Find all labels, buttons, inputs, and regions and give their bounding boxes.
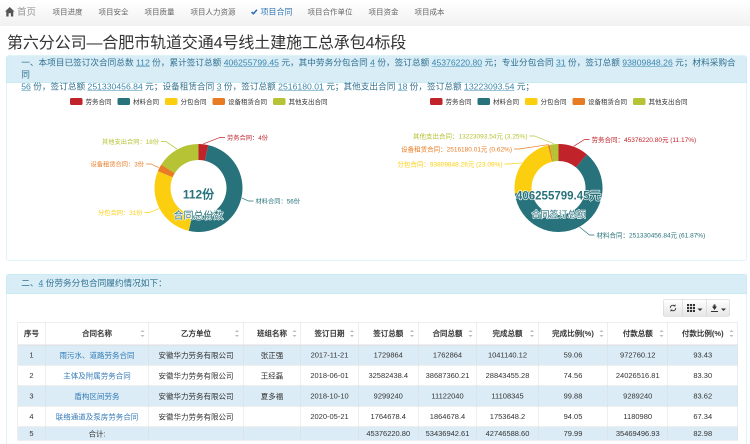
svg-text:其他支出合同: 其他支出合同 [289, 97, 328, 106]
svg-text:分包合同：93809848.26元 (23.09%): 分包合同：93809848.26元 (23.09%) [397, 159, 502, 168]
svg-text:设备租赁合同: 设备租赁合同 [588, 97, 627, 106]
svg-text:材料合同: 材料合同 [493, 97, 519, 106]
svg-text:其他支出合同：13223093.54元 (3.25%): 其他支出合同：13223093.54元 (3.25%) [413, 131, 528, 140]
svg-text:其他支出合同: 其他支出合同 [649, 97, 688, 106]
svg-text:设备租赁合同：2516180.01元 (0.62%): 设备租赁合同：2516180.01元 (0.62%) [401, 144, 512, 153]
svg-text:其他支出合同：18份: 其他支出合同：18份 [102, 137, 160, 146]
svg-text:分包合同: 分包合同 [181, 97, 207, 106]
svg-text:分包合同: 分包合同 [541, 97, 567, 106]
svg-text:设备租赁合同: 设备租赁合同 [228, 97, 267, 106]
svg-text:劳务合同：4份: 劳务合同：4份 [227, 133, 269, 142]
svg-text:406255799.45元: 406255799.45元 [516, 190, 602, 203]
svg-text:劳务合同: 劳务合同 [86, 97, 112, 106]
svg-text:材料合同：251330456.84元 (61.87%): 材料合同：251330456.84元 (61.87%) [597, 230, 706, 239]
svg-text:材料合同: 材料合同 [133, 97, 159, 106]
svg-text:合同总份数: 合同总份数 [174, 209, 224, 222]
svg-text:合同签订总额: 合同签订总额 [531, 209, 585, 220]
svg-text:设备租赁合同：3份: 设备租赁合同：3份 [91, 159, 145, 168]
svg-text:劳务合同：45376220.80元 (11.17%): 劳务合同：45376220.80元 (11.17%) [592, 135, 697, 144]
svg-text:劳务合同: 劳务合同 [446, 97, 472, 106]
svg-text:112份: 112份 [183, 187, 215, 202]
svg-text:分包合同：31份: 分包合同：31份 [98, 208, 143, 217]
svg-text:材料合同：56份: 材料合同：56份 [256, 196, 301, 205]
